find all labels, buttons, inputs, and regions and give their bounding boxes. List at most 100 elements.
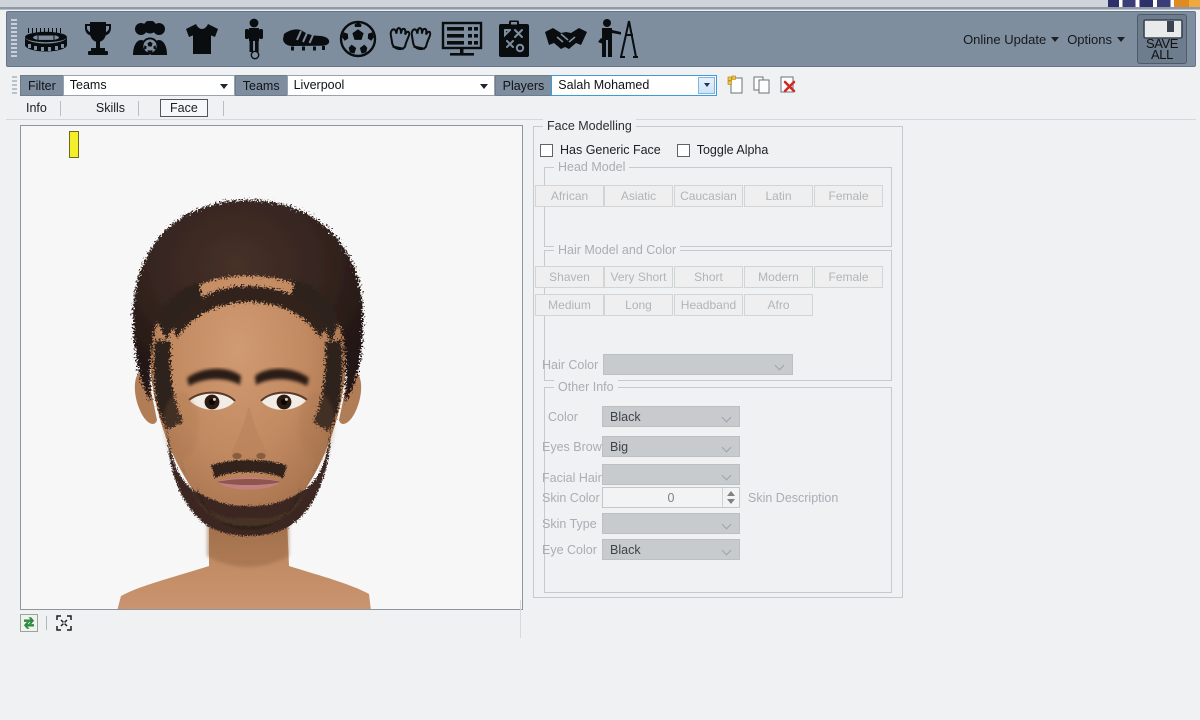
hair-medium-button[interactable]: Medium — [535, 294, 604, 316]
chevron-down-icon — [723, 413, 732, 422]
facial-hair-select[interactable] — [602, 464, 740, 485]
tab-skills[interactable]: Skills — [86, 99, 140, 117]
hair-very-short-button[interactable]: Very Short — [604, 266, 673, 288]
players-value: Salah Mohamed — [558, 78, 650, 92]
skin-type-label: Skin Type — [542, 517, 597, 531]
chevron-down-icon — [1051, 36, 1060, 42]
gloves-icon[interactable] — [384, 14, 436, 64]
players-select[interactable]: Salah Mohamed — [551, 74, 718, 96]
skin-color-value: 0 — [667, 490, 675, 505]
scoreboard-icon[interactable] — [436, 14, 488, 64]
handshake-icon[interactable] — [540, 14, 592, 64]
player-icon[interactable] — [228, 14, 280, 64]
head-model-female-button[interactable]: Female — [814, 185, 883, 207]
face-model-svg — [21, 126, 522, 609]
ball-icon[interactable] — [332, 14, 384, 64]
hair-headband-button[interactable]: Headband — [674, 294, 743, 316]
other-info-legend: Other Info — [554, 380, 618, 394]
eyes-brow-label: Eyes Brow — [542, 440, 602, 454]
eye-color-value: Black — [610, 542, 641, 557]
hair-shaven-button[interactable]: Shaven — [535, 266, 604, 288]
supporters-icon[interactable] — [124, 14, 176, 64]
duplicate-player-icon[interactable] — [752, 75, 772, 95]
tactics-board-icon[interactable] — [488, 14, 540, 64]
has-generic-face-label: Has Generic Face — [560, 143, 661, 157]
filter-bar-grip[interactable] — [12, 76, 17, 94]
hair-modern-button[interactable]: Modern — [744, 266, 813, 288]
options-label: Options — [1067, 31, 1112, 47]
head-model-asiatic-button[interactable]: Asiatic — [604, 185, 673, 207]
head-model-latin-button[interactable]: Latin — [744, 185, 813, 207]
skin-color-label: Skin Color — [542, 491, 600, 505]
delete-player-icon[interactable] — [778, 75, 798, 95]
refresh-model-icon[interactable] — [20, 614, 38, 632]
checkbox-box[interactable] — [540, 143, 553, 157]
fullscreen-icon[interactable] — [55, 614, 73, 632]
hair-short-button[interactable]: Short — [674, 266, 743, 288]
stepper-up-icon[interactable] — [727, 491, 735, 496]
color-value: Black — [610, 409, 641, 424]
color-select[interactable]: Black — [602, 406, 740, 427]
face-3d-render[interactable] — [21, 126, 522, 609]
panel-vertical-divider — [520, 600, 521, 638]
hair-afro-button[interactable]: Afro — [744, 294, 813, 316]
boot-icon[interactable] — [280, 14, 332, 64]
head-model-caucasian-button[interactable]: Caucasian — [674, 185, 743, 207]
tab-separator — [59, 101, 61, 116]
save-all-label: SAVE ALL — [1146, 37, 1179, 63]
has-generic-face-checkbox[interactable]: Has Generic Face — [540, 143, 661, 157]
head-model-group: Head Model — [544, 160, 892, 247]
checkbox-box[interactable] — [676, 143, 690, 157]
teams-label: Teams — [234, 74, 287, 96]
face-modelling-checkbox-row: Has Generic Face Toggle Alpha — [540, 143, 768, 157]
chevron-down-icon — [219, 83, 228, 89]
preview-toolbar — [20, 612, 523, 634]
jersey-icon[interactable] — [176, 14, 228, 64]
online-update-menu[interactable]: Online Update — [957, 28, 1061, 51]
tab-skills-label: Skills — [95, 101, 126, 115]
tab-bar: Info Skills Face — [6, 97, 1196, 119]
chevron-down-icon — [479, 83, 488, 89]
skin-color-stepper[interactable]: 0 — [602, 487, 740, 508]
filter-value: Teams — [69, 78, 107, 92]
eyes-brow-select[interactable]: Big — [602, 436, 740, 457]
eye-color-select[interactable]: Black — [602, 539, 740, 560]
main-toolbar: Online Update Options SAVE ALL — [6, 11, 1196, 67]
stadium-icon[interactable] — [20, 14, 72, 64]
tab-face[interactable]: Face — [160, 99, 208, 117]
hair-color-label: Hair Color — [542, 358, 599, 372]
tab-separator — [138, 101, 140, 116]
face-preview-panel[interactable] — [20, 125, 523, 610]
head-model-legend: Head Model — [554, 160, 630, 174]
players-label: Players — [494, 74, 552, 96]
toggle-alpha-label: Toggle Alpha — [696, 143, 769, 157]
toolbar-icon-group — [20, 14, 957, 64]
new-player-icon[interactable] — [726, 75, 746, 95]
chevron-down-icon — [723, 471, 732, 480]
filter-select[interactable]: Teams — [62, 74, 235, 96]
skin-type-select[interactable] — [602, 513, 740, 534]
tab-info[interactable]: Info — [16, 99, 61, 117]
options-menu[interactable]: Options — [1061, 28, 1127, 51]
teams-select[interactable]: Liverpool — [286, 74, 495, 96]
players-select-arrow-button[interactable] — [698, 76, 716, 94]
tab-face-label: Face — [170, 101, 198, 115]
trophy-icon[interactable] — [72, 14, 124, 64]
coach-easel-icon[interactable] — [592, 14, 644, 64]
teams-value: Liverpool — [293, 78, 345, 92]
selection-marker[interactable] — [69, 131, 79, 158]
head-model-african-button[interactable]: African — [535, 185, 604, 207]
hair-long-button[interactable]: Long — [604, 294, 673, 316]
hair-color-select[interactable] — [603, 354, 793, 375]
application-window: Online Update Options SAVE ALL Filter Te… — [0, 0, 1200, 720]
stepper-buttons[interactable] — [722, 488, 739, 507]
toolbar-grip[interactable] — [11, 19, 17, 59]
save-all-button[interactable]: SAVE ALL — [1137, 14, 1187, 64]
hair-female-button[interactable]: Female — [814, 266, 883, 288]
chevron-down-icon — [723, 520, 732, 529]
toggle-alpha-checkbox[interactable]: Toggle Alpha — [676, 143, 769, 157]
hair-model-legend: Hair Model and Color — [554, 243, 681, 257]
stepper-down-icon[interactable] — [727, 499, 735, 504]
filter-bar: Filter Teams Teams Liverpool Players Sal… — [6, 73, 1196, 97]
player-action-icons — [726, 75, 798, 95]
